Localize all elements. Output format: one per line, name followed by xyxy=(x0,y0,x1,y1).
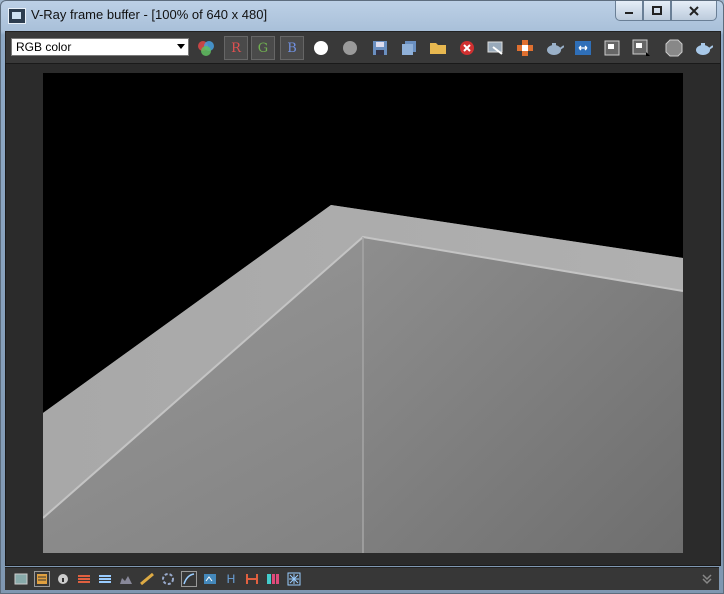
stop-render-button[interactable] xyxy=(662,36,686,60)
link-to-vfb-button[interactable] xyxy=(629,36,653,60)
h-label: H xyxy=(226,572,236,586)
pixel-aspect-icon[interactable] xyxy=(139,571,155,587)
maximize-button[interactable] xyxy=(643,1,671,21)
vray-frame-buffer-window: V-Ray frame buffer - [100% of 640 x 480]… xyxy=(0,0,724,594)
tracker-icon[interactable] xyxy=(34,571,50,587)
track-mouse-button[interactable] xyxy=(513,36,537,60)
red-channel-button[interactable]: R xyxy=(224,36,248,60)
close-button[interactable] xyxy=(671,1,717,21)
green-channel-button[interactable]: G xyxy=(251,36,275,60)
gray-circle-icon xyxy=(343,41,357,55)
toolbar: RGB color R G B xyxy=(5,31,721,64)
save-all-button[interactable] xyxy=(397,36,421,60)
teapot-icon xyxy=(547,43,564,55)
clear-image-button[interactable] xyxy=(455,36,479,60)
save-image-button[interactable] xyxy=(368,36,392,60)
save-icon xyxy=(373,41,387,55)
blue-channel-button[interactable]: B xyxy=(280,36,304,60)
blue-channel-label: B xyxy=(287,40,297,56)
window-controls xyxy=(615,1,717,21)
window-title: V-Ray frame buffer - [100% of 640 x 480] xyxy=(31,7,268,22)
region-render-button[interactable] xyxy=(600,36,624,60)
channel-select[interactable]: RGB color xyxy=(11,38,189,56)
render-teapot-icon xyxy=(696,43,713,55)
show-corrections-button[interactable] xyxy=(571,36,595,60)
render-button[interactable] xyxy=(691,36,715,60)
title-bar[interactable]: V-Ray frame buffer - [100% of 640 x 480] xyxy=(1,1,723,31)
load-image-button[interactable] xyxy=(426,36,450,60)
compare-icon[interactable] xyxy=(244,571,260,587)
render-last-button[interactable] xyxy=(542,36,566,60)
stop-icon xyxy=(665,39,683,57)
clear-icon xyxy=(460,41,474,55)
folder-icon xyxy=(430,43,446,54)
mono-channel-button[interactable] xyxy=(338,36,362,60)
minimize-button[interactable] xyxy=(615,1,643,21)
render-3d-corner xyxy=(42,205,684,553)
curve-icon[interactable] xyxy=(181,571,197,587)
rendered-image xyxy=(42,73,684,553)
close-icon xyxy=(689,5,699,16)
expand-panel-icon[interactable] xyxy=(699,571,715,587)
image-viewport[interactable] xyxy=(5,63,721,566)
white-channel-button[interactable] xyxy=(309,36,333,60)
h-icon[interactable]: H xyxy=(223,571,239,587)
corrections-list-icon[interactable] xyxy=(97,571,113,587)
color-picker-button[interactable] xyxy=(194,36,218,60)
corrections-icon xyxy=(575,41,591,55)
white-circle-icon xyxy=(314,41,328,55)
lens-effects-icon[interactable] xyxy=(160,571,176,587)
link-icon xyxy=(632,39,650,56)
exposure-icon[interactable] xyxy=(202,571,218,587)
channel-select-value: RGB color xyxy=(16,40,72,54)
histogram-icon[interactable] xyxy=(118,571,134,587)
color-balance-icon[interactable] xyxy=(265,571,281,587)
minimize-icon xyxy=(625,11,633,14)
save-all-icon xyxy=(402,41,416,55)
duplicate-to-mpframe-button[interactable] xyxy=(484,36,508,60)
red-channel-label: R xyxy=(231,40,241,56)
app-icon[interactable] xyxy=(8,8,26,24)
maximize-icon xyxy=(652,5,662,15)
info-icon[interactable] xyxy=(55,571,71,587)
chevron-down-icon xyxy=(177,44,185,49)
rgb-circles-icon xyxy=(198,41,214,56)
green-channel-label: G xyxy=(257,40,269,56)
status-bar: H xyxy=(5,567,719,590)
track-mouse-icon xyxy=(517,40,533,56)
duplicate-icon xyxy=(487,41,503,55)
lut-icon[interactable] xyxy=(286,571,302,587)
display-icon[interactable] xyxy=(13,571,29,587)
region-icon xyxy=(604,40,620,56)
levels-icon[interactable] xyxy=(76,571,92,587)
